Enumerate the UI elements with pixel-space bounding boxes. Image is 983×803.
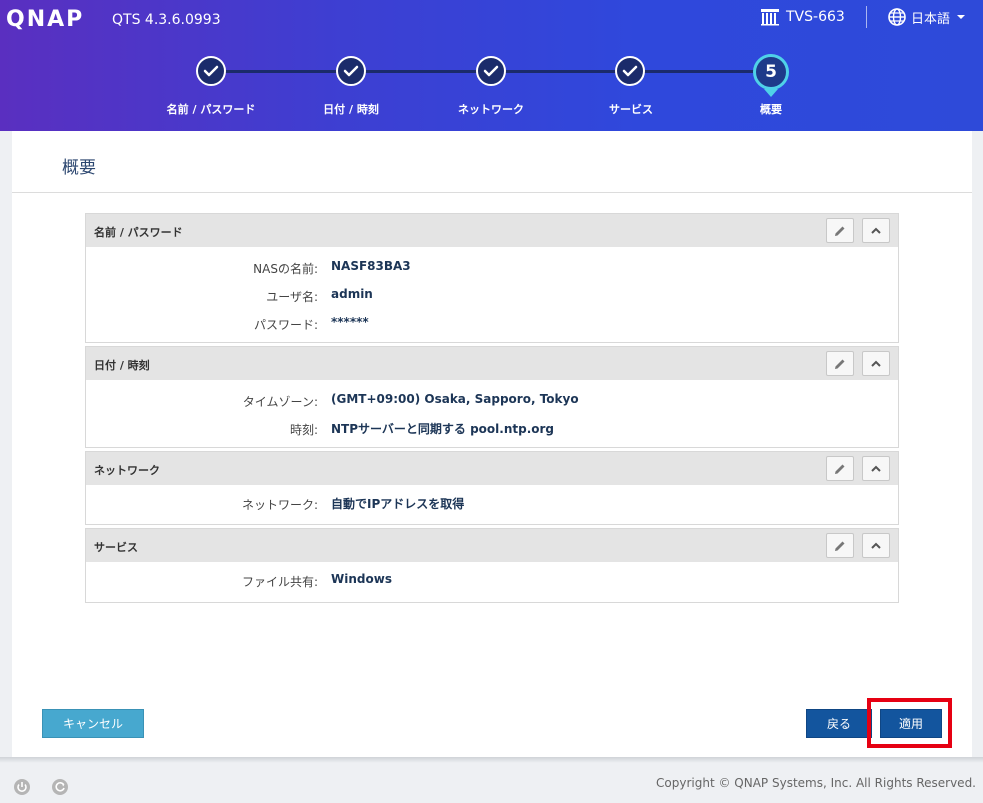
info-row: 時刻: NTPサーバーと同期する pool.ntp.org xyxy=(86,415,898,443)
row-label: ネットワーク: xyxy=(241,498,318,512)
pencil-icon xyxy=(835,226,845,236)
edit-button[interactable] xyxy=(826,533,854,558)
nas-device-icon xyxy=(761,9,779,26)
page-title: 概要 xyxy=(62,158,96,178)
qnap-logo: QNAP xyxy=(6,6,85,32)
apply-button-highlight xyxy=(867,698,952,748)
row-label: NASの名前: xyxy=(253,262,318,276)
firmware-version: QTS 4.3.6.0993 xyxy=(112,12,221,28)
section-network: ネットワーク ネットワーク: 自動でIPアドレスを取得 xyxy=(85,451,899,525)
pencil-icon xyxy=(835,359,845,369)
copyright-text: Copyright © QNAP Systems, Inc. All Right… xyxy=(656,776,976,790)
step-4-label: サービス xyxy=(609,103,653,116)
section-services: サービス ファイル共有: Windows xyxy=(85,528,899,603)
edit-button[interactable] xyxy=(826,456,854,481)
section-name-password: 名前 / パスワード NASの名前: NASF83BA3 ユーザ名: admin xyxy=(85,213,899,343)
device-model: TVS-663 xyxy=(760,8,845,26)
back-button[interactable]: 戻る xyxy=(806,709,872,738)
section-header: 名前 / パスワード xyxy=(86,214,898,247)
row-value: (GMT+09:00) Osaka, Sapporo, Tokyo xyxy=(331,392,579,406)
row-label: パスワード: xyxy=(253,318,318,332)
pencil-icon xyxy=(835,464,845,474)
step-3-indicator xyxy=(476,56,506,86)
cancel-button[interactable]: キャンセル xyxy=(42,709,144,738)
row-label: 時刻: xyxy=(289,423,318,437)
edit-button[interactable] xyxy=(826,351,854,376)
section-header: ネットワーク xyxy=(86,452,898,485)
section-title: ネットワーク xyxy=(94,464,160,477)
chevron-up-icon xyxy=(871,465,881,472)
row-value: Windows xyxy=(331,572,392,586)
info-row: ファイル共有: Windows xyxy=(86,567,898,595)
pencil-icon xyxy=(835,541,845,551)
globe-icon xyxy=(888,8,906,26)
title-divider xyxy=(12,192,972,193)
row-value: NTPサーバーと同期する pool.ntp.org xyxy=(331,422,555,436)
step-5-number: 5 xyxy=(765,62,777,82)
step-4-indicator xyxy=(615,56,645,86)
info-row: ユーザ名: admin xyxy=(86,282,898,310)
power-icon xyxy=(14,779,30,795)
qnap-logo-text: QNAP xyxy=(6,6,85,32)
step-1-indicator xyxy=(196,56,226,86)
step-2-indicator xyxy=(336,56,366,86)
row-label: ファイル共有: xyxy=(241,575,318,589)
chevron-up-icon xyxy=(871,227,881,234)
collapse-button[interactable] xyxy=(862,351,890,376)
info-row: NASの名前: NASF83BA3 xyxy=(86,254,898,282)
row-label: ユーザ名: xyxy=(266,290,318,304)
summary-panel: 概要 名前 / パスワード NASの名前: NASF83BA3 ユーザ名: ad… xyxy=(12,131,972,757)
step-1-label: 名前 / パスワード xyxy=(166,103,256,116)
edit-button[interactable] xyxy=(826,218,854,243)
step-5-label: 概要 xyxy=(760,103,782,116)
header-separator xyxy=(866,6,867,28)
step-5-indicator-current: 5 xyxy=(753,54,789,90)
section-date-time: 日付 / 時刻 タイムゾーン: (GMT+09:00) Osaka, Sappo… xyxy=(85,346,899,448)
power-button[interactable] xyxy=(13,778,31,796)
chevron-down-icon xyxy=(957,15,966,19)
collapse-button[interactable] xyxy=(862,533,890,558)
section-header: 日付 / 時刻 xyxy=(86,347,898,380)
row-value: 自動でIPアドレスを取得 xyxy=(331,497,465,511)
language-label: 日本語 xyxy=(911,11,951,27)
collapse-button[interactable] xyxy=(862,218,890,243)
info-row: ネットワーク: 自動でIPアドレスを取得 xyxy=(86,490,898,518)
collapse-button[interactable] xyxy=(862,456,890,481)
checkmark-icon xyxy=(622,65,638,77)
section-header: サービス xyxy=(86,529,898,562)
row-value: NASF83BA3 xyxy=(331,259,411,273)
device-model-label: TVS-663 xyxy=(786,9,845,25)
panel-shadow xyxy=(0,757,983,763)
section-title: 日付 / 時刻 xyxy=(94,359,150,372)
chevron-up-icon xyxy=(871,542,881,549)
restart-button[interactable] xyxy=(51,778,69,796)
step-2-label: 日付 / 時刻 xyxy=(323,103,379,116)
step-3-label: ネットワーク xyxy=(458,103,524,116)
section-title: サービス xyxy=(94,541,138,554)
info-row: タイムゾーン: (GMT+09:00) Osaka, Sapporo, Toky… xyxy=(86,387,898,415)
language-selector[interactable]: 日本語 xyxy=(887,7,968,27)
checkmark-icon xyxy=(203,65,219,77)
checkmark-icon xyxy=(343,65,359,77)
chevron-up-icon xyxy=(871,360,881,367)
row-label: タイムゾーン: xyxy=(242,395,318,409)
section-title: 名前 / パスワード xyxy=(94,226,183,239)
info-row: パスワード: ****** xyxy=(86,310,898,338)
checkmark-icon xyxy=(483,65,499,77)
row-value: admin xyxy=(331,287,373,301)
restart-icon xyxy=(52,779,68,795)
row-value: ****** xyxy=(331,315,369,329)
